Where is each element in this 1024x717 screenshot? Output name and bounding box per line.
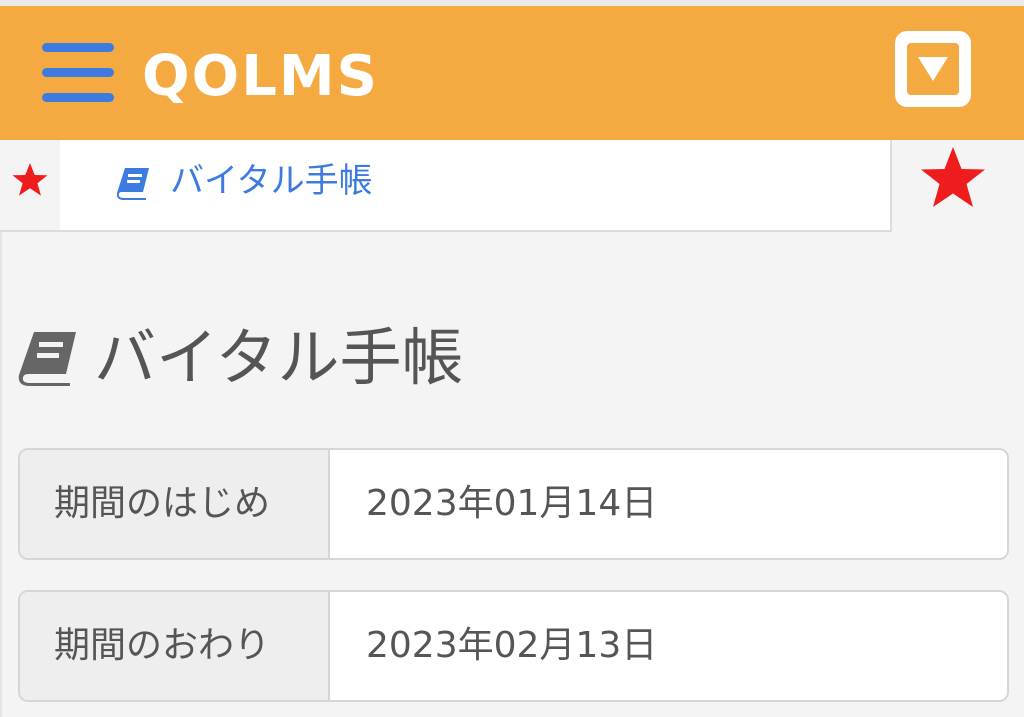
dropdown-button[interactable] [895, 31, 971, 107]
content-border [0, 232, 2, 717]
app-logo[interactable]: QOLMS [142, 46, 379, 108]
star-icon[interactable] [10, 160, 50, 200]
book-icon [116, 168, 149, 200]
period-end-label: 期間のおわり [20, 592, 330, 700]
period-end-field[interactable]: 2023年02月13日 [332, 592, 1007, 700]
period-start-row: 期間のはじめ 2023年01月14日 [18, 448, 1009, 560]
favorite-star-icon[interactable] [918, 145, 988, 211]
hamburger-menu-icon[interactable] [42, 42, 114, 104]
period-start-field[interactable]: 2023年01月14日 [332, 450, 1007, 558]
tab-divider [0, 230, 60, 232]
page-title-text: バイタル手帳 [94, 321, 464, 394]
period-end-row: 期間のおわり 2023年02月13日 [18, 590, 1009, 702]
dropdown-triangle-icon [907, 43, 959, 95]
book-icon [18, 332, 76, 386]
period-start-label: 期間のはじめ [20, 450, 330, 558]
tab-vital-notebook[interactable]: バイタル手帳 [60, 140, 892, 232]
tab-label: バイタル手帳 [170, 161, 373, 201]
app-header: QOLMS [0, 6, 1024, 140]
